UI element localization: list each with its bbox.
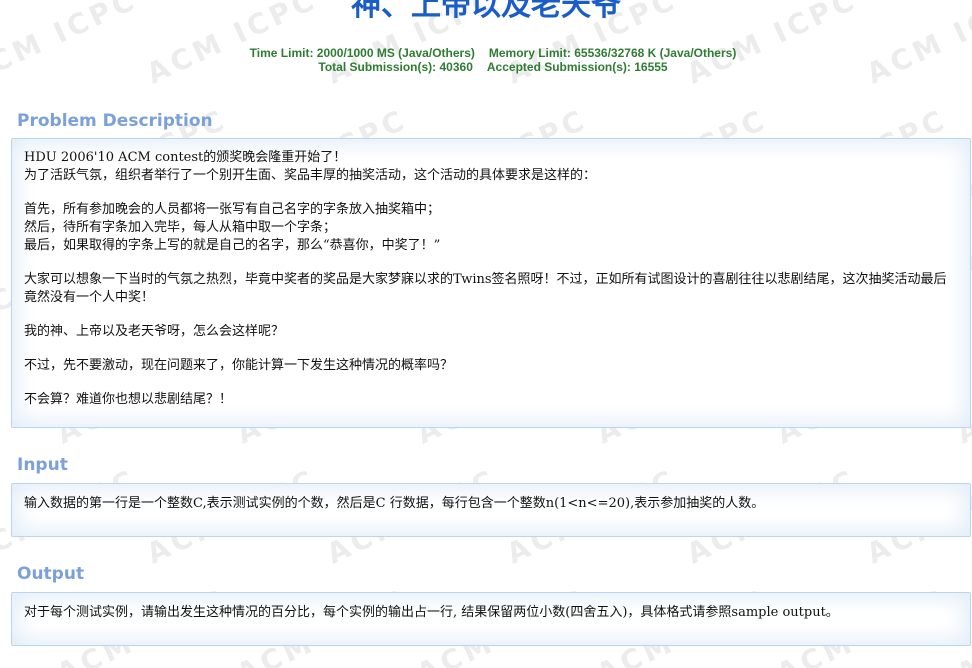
description-paragraph: 首先，所有参加晚会的人员都将一张写有自己名字的字条放入抽奖箱中； 然后，待所有字… — [24, 201, 958, 255]
description-line: 首先，所有参加晚会的人员都将一张写有自己名字的字条放入抽奖箱中； — [24, 202, 441, 217]
total-submissions: Total Submission(s): 40360 — [318, 60, 473, 74]
description-paragraph: HDU 2006'10 ACM contest的颁奖晚会隆重开始了！ 为了活跃气… — [24, 149, 958, 185]
problem-title: 神、上帝以及老天爷 — [351, 0, 621, 23]
output-heading: Output — [17, 564, 85, 584]
description-line: 最后，如果取得的字条上写的就是自己的名字，那么“恭喜你，中奖了！” — [24, 238, 441, 253]
description-line: HDU 2006'10 ACM contest的颁奖晚会隆重开始了！ — [24, 150, 347, 165]
description-line: 大家可以想象一下当时的气氛之热烈，毕竟中奖者的奖品是大家梦寐以求的Twins签名… — [24, 272, 947, 305]
description-paragraph: 不过，先不要激动，现在问题来了，你能计算一下发生这种情况的概率吗？ — [24, 357, 958, 375]
problem-limits: Time Limit: 2000/1000 MS (Java/Others) Me… — [0, 46, 972, 74]
accepted-submissions: Accepted Submission(s): 16555 — [486, 60, 668, 74]
problem-description-panel: HDU 2006'10 ACM contest的颁奖晚会隆重开始了！ 为了活跃气… — [11, 138, 971, 428]
input-text: 输入数据的第一行是一个整数C,表示测试实例的个数，然后是C 行数据，每行包含一个… — [24, 496, 765, 511]
description-paragraph: 我的神、上帝以及老天爷呀，怎么会这样呢？ — [24, 323, 958, 341]
description-line: 为了活跃气氛，组织者举行了一个别开生面、奖品丰厚的抽奖活动，这个活动的具体要求是… — [24, 168, 597, 183]
description-line: 不过，先不要激动，现在问题来了，你能计算一下发生这种情况的概率吗？ — [24, 358, 454, 373]
description-paragraph: 不会算？难道你也想以悲剧结尾？！ — [24, 391, 958, 409]
input-heading: Input — [17, 455, 68, 475]
time-limit: Time Limit: 2000/1000 MS (Java/Others) — [249, 46, 475, 60]
problem-description-heading: Problem Description — [17, 111, 213, 131]
output-text: 对于每个测试实例，请输出发生这种情况的百分比，每个实例的输出占一行, 结果保留两… — [24, 605, 839, 620]
description-line: 不会算？难道你也想以悲剧结尾？！ — [24, 392, 233, 407]
memory-limit: Memory Limit: 65536/32768 K (Java/Others… — [488, 46, 737, 60]
output-panel: 对于每个测试实例，请输出发生这种情况的百分比，每个实例的输出占一行, 结果保留两… — [11, 592, 971, 646]
input-panel: 输入数据的第一行是一个整数C,表示测试实例的个数，然后是C 行数据，每行包含一个… — [11, 483, 971, 537]
description-line: 然后，待所有字条加入完毕，每人从箱中取一个字条； — [24, 220, 337, 235]
description-line: 我的神、上帝以及老天爷呀，怎么会这样呢？ — [24, 324, 285, 339]
description-paragraph: 大家可以想象一下当时的气氛之热烈，毕竟中奖者的奖品是大家梦寐以求的Twins签名… — [24, 271, 958, 307]
